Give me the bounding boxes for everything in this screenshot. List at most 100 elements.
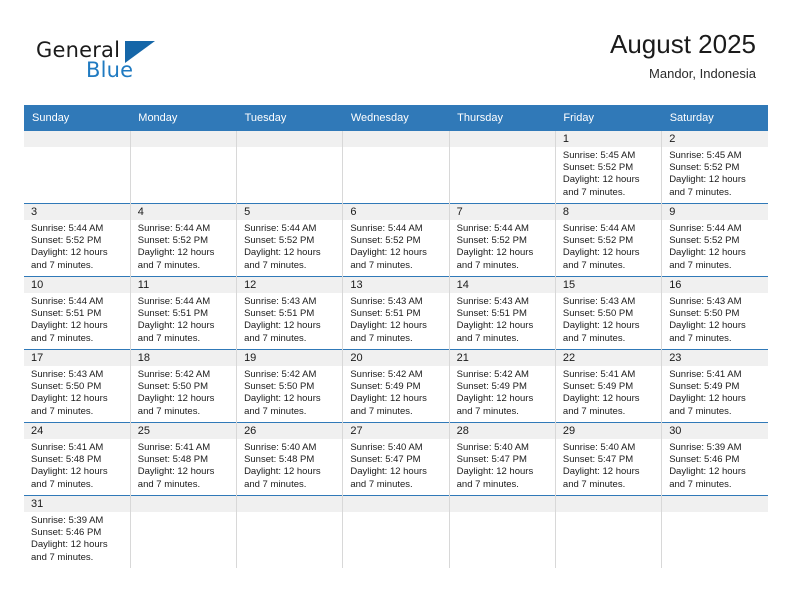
sunrise-text: Sunrise: 5:44 AM <box>350 223 423 234</box>
calendar-week-row: 1 Sunrise: 5:45 AM Sunset: 5:52 PM Daylight… <box>24 131 768 204</box>
calendar-day-cell[interactable]: 27 Sunrise: 5:40 AM Sunset: 5:47 PM Dayligh… <box>342 422 450 496</box>
sunset-text: Sunset: 5:51 PM <box>456 308 527 320</box>
day-number <box>343 496 449 512</box>
day-details: Sunrise: 5:42 AM Sunset: 5:49 PM Daylight:… <box>343 366 448 418</box>
daylight-text: Daylight: 12 hours and 7 minutes. <box>562 320 640 344</box>
sunset-text: Sunset: 5:52 PM <box>31 235 102 247</box>
sunset-text: Sunset: 5:50 PM <box>137 381 209 393</box>
sunset-text: Sunset: 5:49 PM <box>669 381 740 393</box>
calendar-week-row: 31 Sunrise: 5:39 AM Sunset: 5:46 PM Dayligh… <box>24 495 768 568</box>
calendar-day-cell[interactable]: 23 Sunrise: 5:41 AM Sunset: 5:49 PM Dayligh… <box>661 349 768 423</box>
calendar-day-cell[interactable]: 17 Sunrise: 5:43 AM Sunset: 5:50 PM Dayligh… <box>24 349 131 423</box>
calendar-day-cell[interactable]: 30 Sunrise: 5:39 AM Sunset: 5:46 PM Dayligh… <box>661 422 768 496</box>
day-details: Sunrise: 5:44 AM Sunset: 5:52 PM Daylight:… <box>237 220 342 272</box>
calendar-day-cell <box>342 495 450 568</box>
day-number <box>237 131 343 147</box>
day-number: 11 <box>130 277 237 293</box>
sunset-text: Sunset: 5:48 PM <box>31 454 102 466</box>
calendar-day-cell[interactable]: 29 Sunrise: 5:40 AM Sunset: 5:47 PM Dayligh… <box>555 422 663 496</box>
calendar-day-cell[interactable]: 2 Sunrise: 5:45 AM Sunset: 5:52 PM Daylight… <box>661 131 768 204</box>
calendar-day-cell[interactable]: 22 Sunrise: 5:41 AM Sunset: 5:49 PM Dayligh… <box>555 349 663 423</box>
calendar-day-cell[interactable]: 31 Sunrise: 5:39 AM Sunset: 5:46 PM Dayligh… <box>24 495 131 568</box>
calendar-table: Sunday Monday Tuesday Wednesday Thursday… <box>24 105 768 568</box>
weekday-header-friday: Friday <box>555 105 662 131</box>
day-number: 14 <box>449 277 555 293</box>
day-box: 10 Sunrise: 5:44 AM Sunset: 5:51 PM Dayligh… <box>24 277 130 349</box>
day-box: 20 Sunrise: 5:42 AM Sunset: 5:49 PM Dayligh… <box>343 350 449 422</box>
calendar-day-cell[interactable]: 26 Sunrise: 5:40 AM Sunset: 5:48 PM Dayligh… <box>236 422 344 496</box>
sunset-text: Sunset: 5:50 PM <box>244 381 315 393</box>
calendar-day-cell <box>130 495 238 568</box>
sunset-text: Sunset: 5:50 PM <box>31 381 102 393</box>
calendar-day-cell[interactable]: 10 Sunrise: 5:44 AM Sunset: 5:51 PM Dayligh… <box>24 276 131 350</box>
calendar-page: General Blue August 2025 Mandor, Indones… <box>0 0 792 612</box>
day-details: Sunrise: 5:39 AM Sunset: 5:46 PM Daylight:… <box>662 439 768 491</box>
day-details: Sunrise: 5:40 AM Sunset: 5:47 PM Daylight:… <box>343 439 448 491</box>
sunset-text: Sunset: 5:52 PM <box>562 235 634 247</box>
calendar-day-cell[interactable]: 1 Sunrise: 5:45 AM Sunset: 5:52 PM Daylight… <box>555 131 663 204</box>
day-box <box>662 496 768 568</box>
weekday-header-sunday: Sunday <box>24 105 131 131</box>
sunrise-text: Sunrise: 5:44 AM <box>31 296 104 307</box>
day-number: 8 <box>555 204 662 220</box>
calendar-day-cell[interactable]: 12 Sunrise: 5:43 AM Sunset: 5:51 PM Dayligh… <box>236 276 344 350</box>
sunset-text: Sunset: 5:52 PM <box>137 235 209 247</box>
day-box <box>130 496 237 568</box>
calendar-week-row: 3 Sunrise: 5:44 AM Sunset: 5:52 PM Daylight… <box>24 203 768 277</box>
brand-logo: General Blue <box>36 38 206 90</box>
calendar-day-cell[interactable]: 28 Sunrise: 5:40 AM Sunset: 5:47 PM Dayligh… <box>449 422 556 496</box>
calendar-day-cell[interactable]: 11 Sunrise: 5:44 AM Sunset: 5:51 PM Dayligh… <box>130 276 238 350</box>
daylight-text: Daylight: 12 hours and 7 minutes. <box>562 174 640 198</box>
day-number: 5 <box>237 204 343 220</box>
day-number <box>130 496 237 512</box>
sunrise-text: Sunrise: 5:44 AM <box>137 296 211 307</box>
calendar-day-cell[interactable]: 19 Sunrise: 5:42 AM Sunset: 5:50 PM Dayligh… <box>236 349 344 423</box>
calendar-day-cell[interactable]: 13 Sunrise: 5:43 AM Sunset: 5:51 PM Dayligh… <box>342 276 450 350</box>
calendar-day-cell[interactable]: 9 Sunrise: 5:44 AM Sunset: 5:52 PM Daylight… <box>661 203 768 277</box>
calendar-day-cell[interactable]: 15 Sunrise: 5:43 AM Sunset: 5:50 PM Dayligh… <box>555 276 663 350</box>
calendar-day-cell[interactable]: 5 Sunrise: 5:44 AM Sunset: 5:52 PM Daylight… <box>236 203 344 277</box>
calendar-day-cell[interactable]: 14 Sunrise: 5:43 AM Sunset: 5:51 PM Dayligh… <box>449 276 556 350</box>
calendar-day-cell[interactable]: 8 Sunrise: 5:44 AM Sunset: 5:52 PM Daylight… <box>555 203 663 277</box>
day-box: 21 Sunrise: 5:42 AM Sunset: 5:49 PM Dayligh… <box>449 350 555 422</box>
calendar-day-cell[interactable]: 16 Sunrise: 5:43 AM Sunset: 5:50 PM Dayligh… <box>661 276 768 350</box>
calendar-day-cell[interactable]: 21 Sunrise: 5:42 AM Sunset: 5:49 PM Dayligh… <box>449 349 556 423</box>
day-details: Sunrise: 5:41 AM Sunset: 5:49 PM Daylight:… <box>662 366 768 418</box>
sunrise-text: Sunrise: 5:44 AM <box>456 223 529 234</box>
weekday-header-saturday: Saturday <box>661 105 768 131</box>
weekday-header-monday: Monday <box>130 105 237 131</box>
day-box: 8 Sunrise: 5:44 AM Sunset: 5:52 PM Daylight… <box>555 204 662 276</box>
calendar-day-cell[interactable]: 24 Sunrise: 5:41 AM Sunset: 5:48 PM Dayligh… <box>24 422 131 496</box>
calendar-day-cell[interactable]: 25 Sunrise: 5:41 AM Sunset: 5:48 PM Dayligh… <box>130 422 238 496</box>
sunset-text: Sunset: 5:46 PM <box>31 527 102 539</box>
calendar-day-cell[interactable]: 6 Sunrise: 5:44 AM Sunset: 5:52 PM Daylight… <box>342 203 450 277</box>
daylight-text: Daylight: 12 hours and 7 minutes. <box>562 393 640 417</box>
calendar-day-cell[interactable]: 20 Sunrise: 5:42 AM Sunset: 5:49 PM Dayligh… <box>342 349 450 423</box>
day-number: 10 <box>24 277 130 293</box>
day-box: 30 Sunrise: 5:39 AM Sunset: 5:46 PM Dayligh… <box>662 423 768 495</box>
day-number: 25 <box>130 423 237 439</box>
day-number: 29 <box>555 423 662 439</box>
day-box: 27 Sunrise: 5:40 AM Sunset: 5:47 PM Dayligh… <box>343 423 449 495</box>
sunrise-text: Sunrise: 5:43 AM <box>456 296 529 307</box>
sunset-text: Sunset: 5:48 PM <box>244 454 315 466</box>
day-number: 31 <box>24 496 130 512</box>
calendar-day-cell[interactable]: 4 Sunrise: 5:44 AM Sunset: 5:52 PM Daylight… <box>130 203 238 277</box>
day-number: 16 <box>662 277 768 293</box>
day-box: 5 Sunrise: 5:44 AM Sunset: 5:52 PM Daylight… <box>237 204 343 276</box>
calendar-day-cell[interactable]: 18 Sunrise: 5:42 AM Sunset: 5:50 PM Dayligh… <box>130 349 238 423</box>
page-subtitle: Mandor, Indonesia <box>649 66 756 81</box>
sunrise-text: Sunrise: 5:43 AM <box>562 296 636 307</box>
daylight-text: Daylight: 12 hours and 7 minutes. <box>244 247 321 271</box>
sunrise-text: Sunrise: 5:39 AM <box>669 442 742 453</box>
day-number: 23 <box>662 350 768 366</box>
calendar-day-cell[interactable]: 3 Sunrise: 5:44 AM Sunset: 5:52 PM Daylight… <box>24 203 131 277</box>
day-number: 12 <box>237 277 343 293</box>
day-box: 16 Sunrise: 5:43 AM Sunset: 5:50 PM Dayligh… <box>662 277 768 349</box>
day-details: Sunrise: 5:43 AM Sunset: 5:50 PM Daylight:… <box>24 366 130 418</box>
calendar-day-cell[interactable]: 7 Sunrise: 5:44 AM Sunset: 5:52 PM Daylight… <box>449 203 556 277</box>
day-box: 15 Sunrise: 5:43 AM Sunset: 5:50 PM Dayligh… <box>555 277 662 349</box>
daylight-text: Daylight: 12 hours and 7 minutes. <box>350 393 427 417</box>
weekday-header-wednesday: Wednesday <box>342 105 450 131</box>
day-box: 18 Sunrise: 5:42 AM Sunset: 5:50 PM Dayligh… <box>130 350 237 422</box>
